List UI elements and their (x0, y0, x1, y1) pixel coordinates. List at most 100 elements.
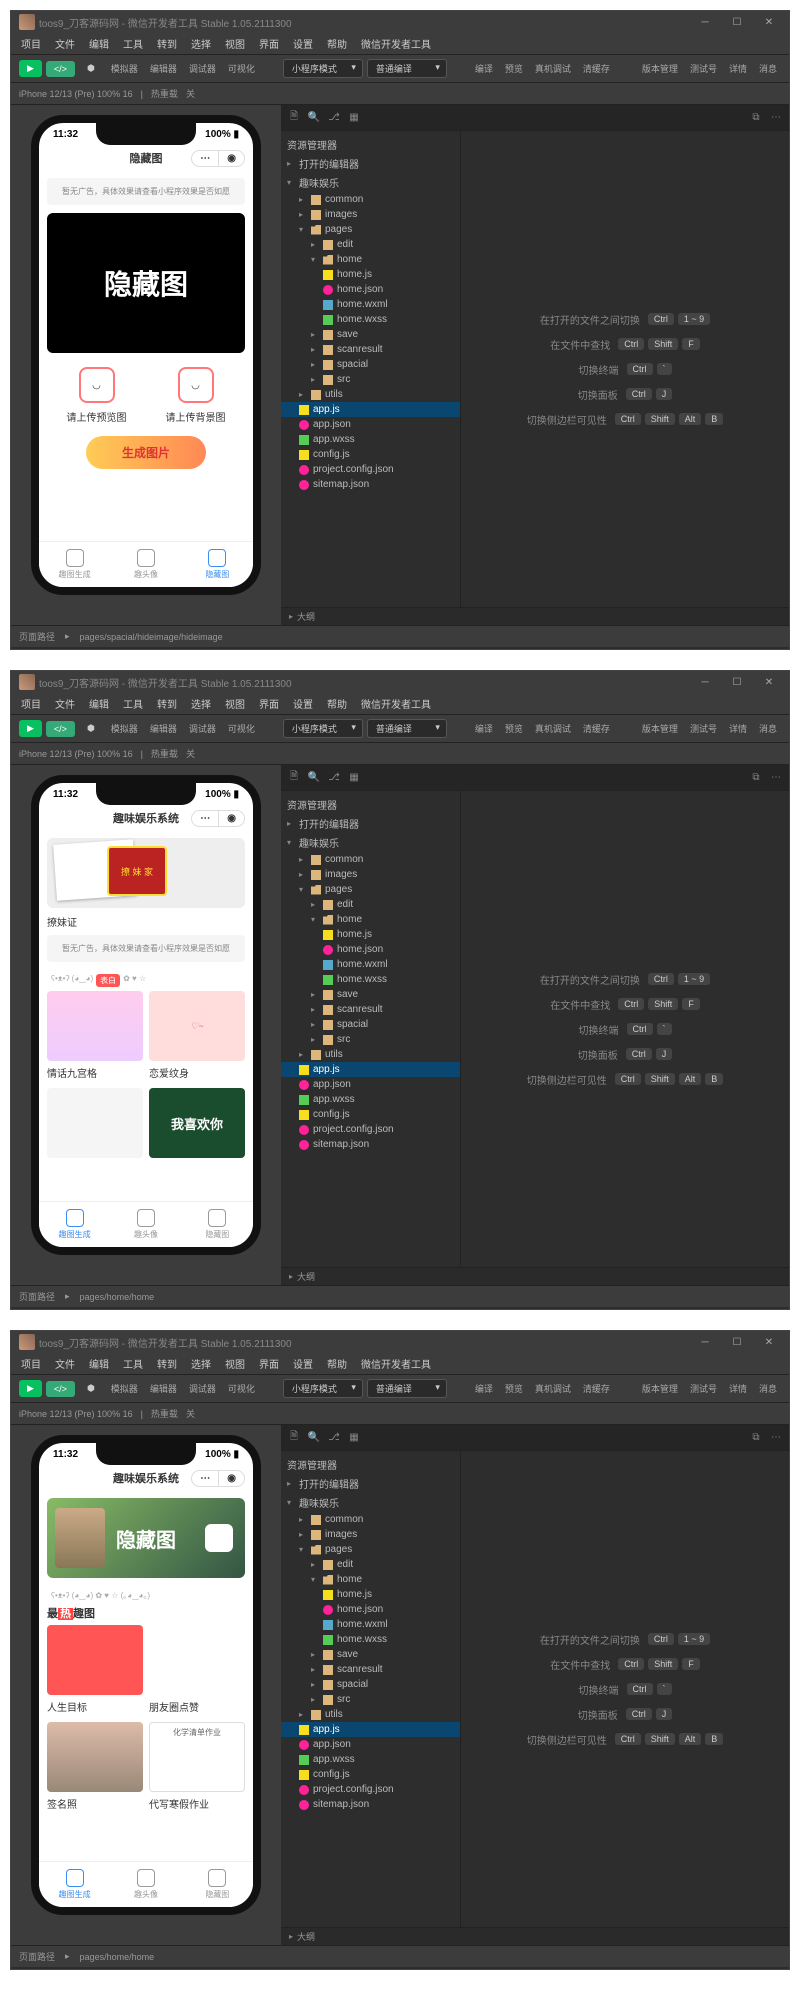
menu-project[interactable]: 项目 (15, 34, 47, 53)
menu-devtools[interactable]: 微信开发者工具 (355, 34, 437, 53)
minimize-icon[interactable]: ─ (693, 674, 717, 690)
message-button[interactable]: 消息 (755, 60, 781, 77)
file-homejson[interactable]: home.json (281, 282, 460, 297)
file-sitemap[interactable]: sitemap.json (281, 477, 460, 492)
menu-help[interactable]: 帮助 (321, 34, 353, 53)
minimize-icon[interactable]: ─ (693, 1334, 717, 1350)
file-appjs[interactable]: app.js (281, 402, 460, 417)
tab-qutu[interactable]: 趣图生成 (39, 1202, 110, 1247)
folder-utils[interactable]: ▸utils (281, 387, 460, 402)
menu-file[interactable]: 文件 (49, 34, 81, 53)
realdevice-button[interactable]: 真机调试 (531, 60, 575, 77)
file-homewxss[interactable]: home.wxss (281, 312, 460, 327)
card-homework[interactable]: 化学清单作业 (149, 1722, 245, 1792)
statusbar: 页面路径 ▸ pages/spacial/hideimage/hideimage (11, 625, 789, 647)
menu-view[interactable]: 视图 (219, 34, 251, 53)
menu-settings[interactable]: 设置 (287, 34, 319, 53)
debugger-button[interactable]: ⬢ (79, 60, 103, 77)
file-appwxss[interactable]: app.wxss (281, 432, 460, 447)
tab-qutu[interactable]: 趣图生成 (39, 542, 110, 587)
folder-src[interactable]: ▸src (281, 372, 460, 387)
maximize-icon[interactable]: ☐ (725, 14, 749, 30)
outline-bar[interactable]: ▸大纲 (281, 607, 789, 625)
card-likes[interactable] (149, 1625, 245, 1695)
card-chalkboard[interactable]: 我喜欢你 (149, 1088, 245, 1158)
window-title: toos9_刀客源码网 - 微信开发者工具 Stable 1.05.211130… (39, 15, 292, 30)
testnum-button[interactable]: 测试号 (686, 60, 721, 77)
detail-button[interactable]: 详情 (725, 60, 751, 77)
project-root[interactable]: ▾趣味娱乐 (281, 173, 460, 192)
card-signature[interactable] (47, 1722, 143, 1792)
file-homewxml[interactable]: home.wxml (281, 297, 460, 312)
folder-scanresult[interactable]: ▸scanresult (281, 342, 460, 357)
generate-button[interactable]: 生成图片 (86, 436, 206, 469)
folder-images[interactable]: ▸images (281, 207, 460, 222)
user-avatar[interactable] (19, 674, 35, 690)
tab-hidden[interactable]: 隐藏图 (182, 1862, 253, 1907)
mode-dropdown[interactable]: 小程序模式 (283, 59, 363, 78)
capsule-button[interactable]: ⋯◉ (191, 1470, 245, 1487)
preview-button[interactable]: 预览 (501, 60, 527, 77)
file-homejs[interactable]: home.js (281, 267, 460, 282)
folder-save[interactable]: ▸save (281, 327, 460, 342)
close-icon[interactable]: ✕ (757, 14, 781, 30)
tab-hidden[interactable]: 隐藏图 (182, 1202, 253, 1247)
card-tattoo[interactable]: ♡~ (149, 991, 245, 1061)
folder-spacial[interactable]: ▸spacial (281, 357, 460, 372)
device-model[interactable]: iPhone 12/13 (Pre) 100% 16 (19, 89, 133, 99)
split-icon[interactable]: ⧉ (749, 111, 763, 125)
maximize-icon[interactable]: ☐ (725, 674, 749, 690)
simulator-button[interactable]: ▶ (19, 60, 42, 77)
pagepath-value[interactable]: pages/spacial/hideimage/hideimage (80, 632, 223, 642)
minimize-icon[interactable]: ─ (693, 14, 717, 30)
menu-select[interactable]: 选择 (185, 34, 217, 53)
folder-pages[interactable]: ▾pages (281, 222, 460, 237)
upload-preview-button[interactable]: ◡ 请上传预览图 (67, 367, 127, 424)
open-editor-section[interactable]: ▸打开的编辑器 (281, 154, 460, 173)
capsule-button[interactable]: ⋯◉ (191, 150, 245, 167)
upload-bg-button[interactable]: ◡ 请上传背景图 (166, 367, 226, 424)
more-icon[interactable]: ⋯ (769, 111, 783, 125)
capsule-button[interactable]: ⋯◉ (191, 810, 245, 827)
user-avatar[interactable] (19, 14, 35, 30)
tab-avatar[interactable]: 趣头像 (110, 1202, 181, 1247)
folder-edit[interactable]: ▸edit (281, 237, 460, 252)
env-dropdown[interactable]: 普通编译 (367, 59, 447, 78)
shortcuts-panel: 在打开的文件之间切换Ctrl1 ~ 9 在文件中查找CtrlShiftF 切换终… (461, 131, 789, 607)
tab-avatar[interactable]: 趣头像 (110, 542, 181, 587)
card-nine-grid[interactable] (47, 991, 143, 1061)
menu-goto[interactable]: 转到 (151, 34, 183, 53)
close-icon[interactable]: ✕ (757, 674, 781, 690)
tab-qutu[interactable]: 趣图生成 (39, 1862, 110, 1907)
menu-tool[interactable]: 工具 (117, 34, 149, 53)
folder-common[interactable]: ▸common (281, 192, 460, 207)
menu-interface[interactable]: 界面 (253, 34, 285, 53)
file-appjson[interactable]: app.json (281, 417, 460, 432)
close-icon[interactable]: ✕ (757, 1334, 781, 1350)
search-icon[interactable]: 🔍 (307, 111, 321, 125)
explorer-header[interactable]: 资源管理器 (281, 135, 460, 154)
explorer-icon[interactable]: 🗎 (287, 111, 301, 125)
ide-window-2: toos9_刀客源码网 - 微信开发者工具 Stable 1.05.211130… (10, 670, 790, 1310)
editor-button[interactable]: </> (46, 61, 75, 77)
hotreload-status[interactable]: 关 (186, 87, 195, 100)
version-button[interactable]: 版本管理 (638, 60, 682, 77)
cleancache-button[interactable]: 清缓存 (579, 60, 614, 77)
hero-banner[interactable]: 隐藏图 (47, 1498, 245, 1578)
compile-button[interactable]: 编译 (471, 60, 497, 77)
card-grid3[interactable] (47, 1088, 143, 1158)
branch-icon[interactable]: ⎇ (327, 111, 341, 125)
file-projectconfig[interactable]: project.config.json (281, 462, 460, 477)
extension-icon[interactable]: ▦ (347, 111, 361, 125)
card-life-goal[interactable] (47, 1625, 143, 1695)
tab-hidden[interactable]: 隐藏图 (182, 542, 253, 587)
user-avatar[interactable] (19, 1334, 35, 1350)
file-configjs[interactable]: config.js (281, 447, 460, 462)
status-time: 11:32 (53, 129, 78, 140)
maximize-icon[interactable]: ☐ (725, 1334, 749, 1350)
cert-banner[interactable]: 撩 妹 家 (47, 838, 245, 908)
pencil-icon (137, 1209, 155, 1227)
tab-avatar[interactable]: 趣头像 (110, 1862, 181, 1907)
folder-home[interactable]: ▾home (281, 252, 460, 267)
menu-edit[interactable]: 编辑 (83, 34, 115, 53)
